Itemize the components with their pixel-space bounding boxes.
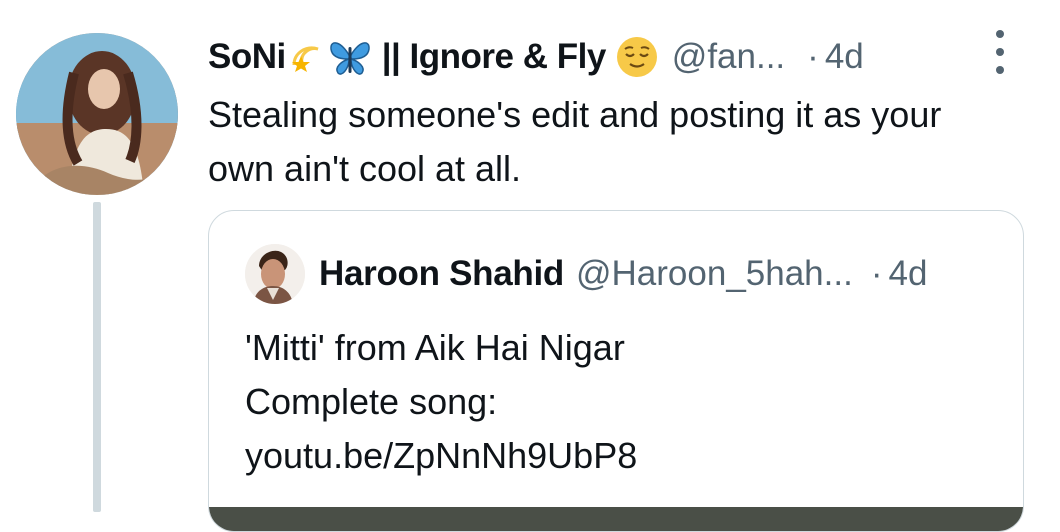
more-options-button[interactable]	[990, 30, 1010, 74]
relieved-face-emoji-icon	[616, 36, 658, 78]
quoted-author-display-name[interactable]: Haroon Shahid	[319, 254, 564, 294]
author-avatar[interactable]	[16, 33, 178, 195]
quoted-tweet-header: Haroon Shahid @Haroon_5hah... · 4d	[245, 244, 927, 304]
author-handle[interactable]: @fan...	[672, 37, 785, 77]
tweet-body-text: Stealing someone's edit and posting it a…	[208, 94, 942, 189]
author-display-name[interactable]: SoNi	[208, 37, 286, 77]
author-display-name-suffix[interactable]: || Ignore & Fly	[382, 37, 607, 77]
tweet-timestamp[interactable]: 4d	[825, 37, 864, 77]
more-vertical-icon-dot	[996, 66, 1004, 74]
quoted-text-line: Complete song:	[245, 381, 498, 422]
quoted-media-preview[interactable]	[209, 507, 1023, 531]
thread-connector-line	[93, 202, 101, 512]
quoted-author-handle[interactable]: @Haroon_5hah...	[576, 254, 853, 294]
tweet-header: SoNi || Ignore & Fly @fan... · 4d	[208, 32, 1028, 82]
quoted-meta-separator: ·	[870, 254, 883, 293]
quoted-tweet-timestamp[interactable]: 4d	[888, 254, 927, 294]
more-vertical-icon	[996, 30, 1004, 38]
butterfly-emoji-icon	[328, 37, 372, 77]
quoted-author-avatar[interactable]	[245, 244, 305, 304]
meta-separator: ·	[807, 37, 819, 76]
quoted-avatar-photo	[245, 244, 305, 304]
quoted-tweet-card[interactable]: Haroon Shahid @Haroon_5hah... · 4d 'Mitt…	[208, 210, 1024, 532]
quoted-link[interactable]: youtu.be/ZpNnNh9UbP8	[245, 429, 985, 483]
more-vertical-icon-dot	[996, 48, 1004, 56]
dizzy-star-emoji-icon	[288, 39, 324, 75]
quoted-text-line: 'Mitti' from Aik Hai Nigar	[245, 327, 625, 368]
quoted-tweet-body: 'Mitti' from Aik Hai Nigar Complete song…	[245, 321, 985, 483]
avatar-photo	[16, 33, 178, 195]
